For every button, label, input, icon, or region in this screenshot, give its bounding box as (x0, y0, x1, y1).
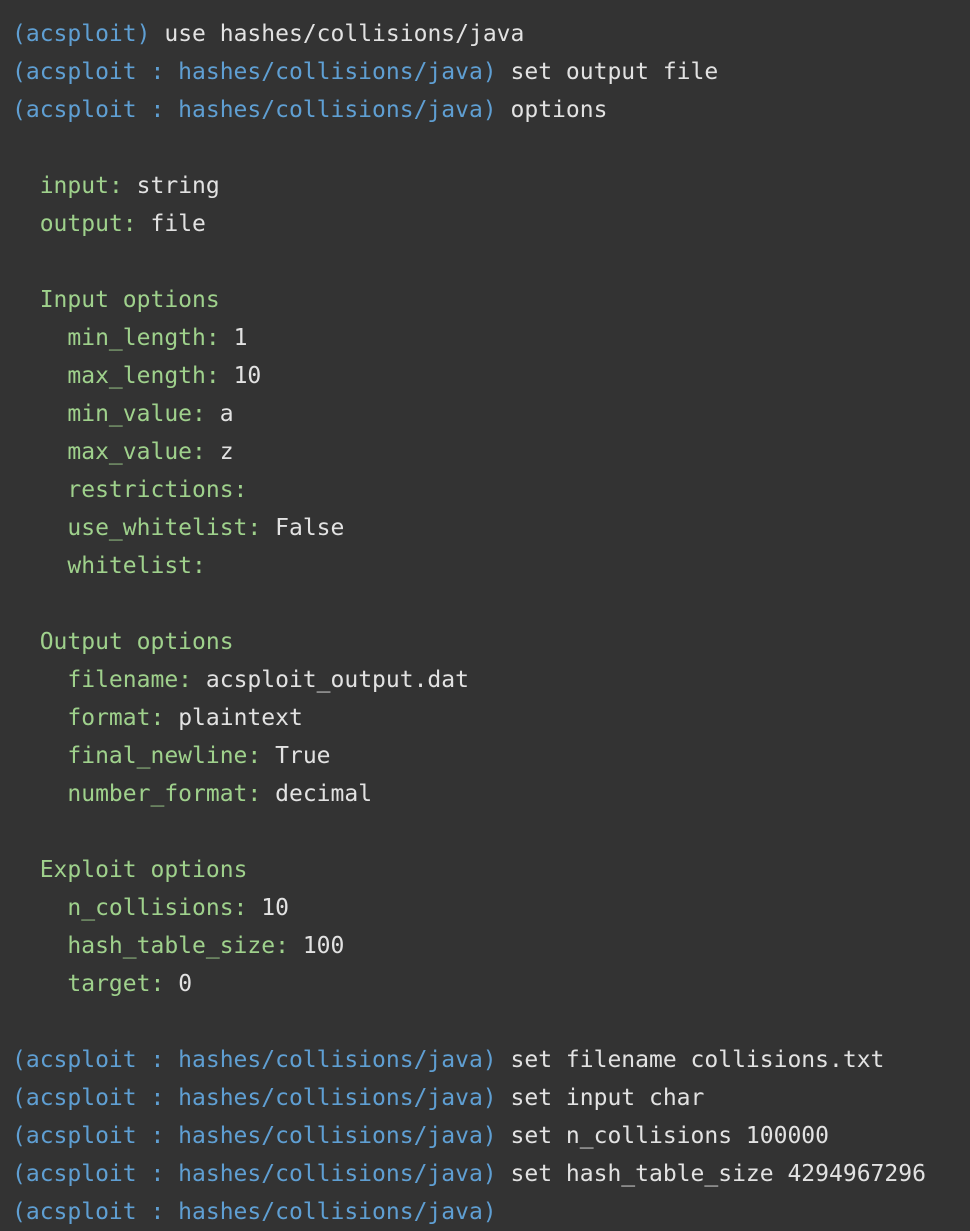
shell-prompt: (acsploit : hashes/collisions/java) (12, 97, 497, 123)
section-title: Input options (39, 287, 220, 313)
option-line: output: file (12, 205, 926, 243)
option-value: 10 (233, 363, 262, 389)
option-value: False (275, 515, 345, 541)
option-line: input: string (12, 167, 926, 205)
command-text: options (510, 97, 608, 123)
option-key: number_format: (67, 781, 262, 807)
option-line: whitelist: (12, 547, 926, 585)
shell-prompt: (acsploit) (12, 21, 151, 47)
option-value: acsploit_output.dat (205, 667, 469, 693)
option-key: hash_table_size: (67, 933, 289, 959)
option-value: plaintext (178, 705, 303, 731)
option-line: use_whitelist: False (12, 509, 926, 547)
option-value: 1 (233, 325, 248, 351)
option-key: use_whitelist: (67, 515, 262, 541)
option-key: whitelist: (67, 553, 206, 579)
terminal-output[interactable]: (acsploit) use hashes/collisions/java (ac… (12, 15, 926, 1231)
option-line: filename: acsploit_output.dat (12, 661, 926, 699)
option-value: decimal (275, 781, 373, 807)
prompt-line: (acsploit : hashes/collisions/java) set … (12, 1079, 926, 1117)
option-value: 100 (302, 933, 345, 959)
option-value: a (219, 401, 234, 427)
option-line: format: plaintext (12, 699, 926, 737)
option-key: filename: (67, 667, 193, 693)
option-line: min_length: 1 (12, 319, 926, 357)
option-value: string (136, 173, 220, 199)
section-heading: Input options (12, 281, 926, 319)
prompt-line: (acsploit : hashes/collisions/java) (12, 1193, 926, 1231)
prompt-line: (acsploit : hashes/collisions/java) set … (12, 1155, 926, 1193)
option-value: file (150, 211, 206, 237)
option-key: max_length: (67, 363, 220, 389)
section-title: Output options (39, 629, 234, 655)
shell-prompt: (acsploit : hashes/collisions/java) (12, 1161, 497, 1187)
option-key: max_value: (67, 439, 206, 465)
option-key: final_newline: (67, 743, 262, 769)
option-line: n_collisions: 10 (12, 889, 926, 927)
command-text: set input char (510, 1085, 705, 1111)
command-text: set output file (510, 59, 719, 85)
prompt-line: (acsploit : hashes/collisions/java) set … (12, 1117, 926, 1155)
section-heading: Output options (12, 623, 926, 661)
option-key: output: (39, 211, 137, 237)
shell-prompt: (acsploit : hashes/collisions/java) (12, 1199, 497, 1225)
prompt-line: (acsploit : hashes/collisions/java) set … (12, 1041, 926, 1079)
option-key: min_value: (67, 401, 206, 427)
shell-prompt: (acsploit : hashes/collisions/java) (12, 1047, 497, 1073)
section-heading: Exploit options (12, 851, 926, 889)
option-key: input: (39, 173, 123, 199)
option-line: restrictions: (12, 471, 926, 509)
command-text: use hashes/collisions/java (164, 21, 525, 47)
prompt-line: (acsploit) use hashes/collisions/java (12, 15, 926, 53)
option-value: 10 (261, 895, 289, 921)
option-value: True (275, 743, 331, 769)
option-line: max_length: 10 (12, 357, 926, 395)
shell-prompt: (acsploit : hashes/collisions/java) (12, 1123, 497, 1149)
option-line: max_value: z (12, 433, 926, 471)
option-line: hash_table_size: 100 (12, 927, 926, 965)
option-line: target: 0 (12, 965, 926, 1003)
prompt-line: (acsploit : hashes/collisions/java) set … (12, 53, 926, 91)
option-key: target: (67, 971, 165, 997)
command-text: set filename collisions.txt (510, 1047, 885, 1073)
prompt-line: (acsploit : hashes/collisions/java) opti… (12, 91, 926, 129)
shell-prompt: (acsploit : hashes/collisions/java) (12, 1085, 497, 1111)
command-text: set n_collisions 100000 (510, 1123, 830, 1149)
option-key: format: (67, 705, 165, 731)
option-value: z (219, 439, 234, 465)
option-key: min_length: (67, 325, 220, 351)
option-key: restrictions: (67, 477, 248, 503)
option-key: n_collisions: (67, 895, 248, 921)
shell-prompt: (acsploit : hashes/collisions/java) (12, 59, 497, 85)
option-line: number_format: decimal (12, 775, 926, 813)
option-line: final_newline: True (12, 737, 926, 775)
option-value: 0 (178, 971, 193, 997)
section-title: Exploit options (39, 857, 248, 883)
command-text: set hash_table_size 4294967296 (510, 1161, 926, 1187)
option-line: min_value: a (12, 395, 926, 433)
